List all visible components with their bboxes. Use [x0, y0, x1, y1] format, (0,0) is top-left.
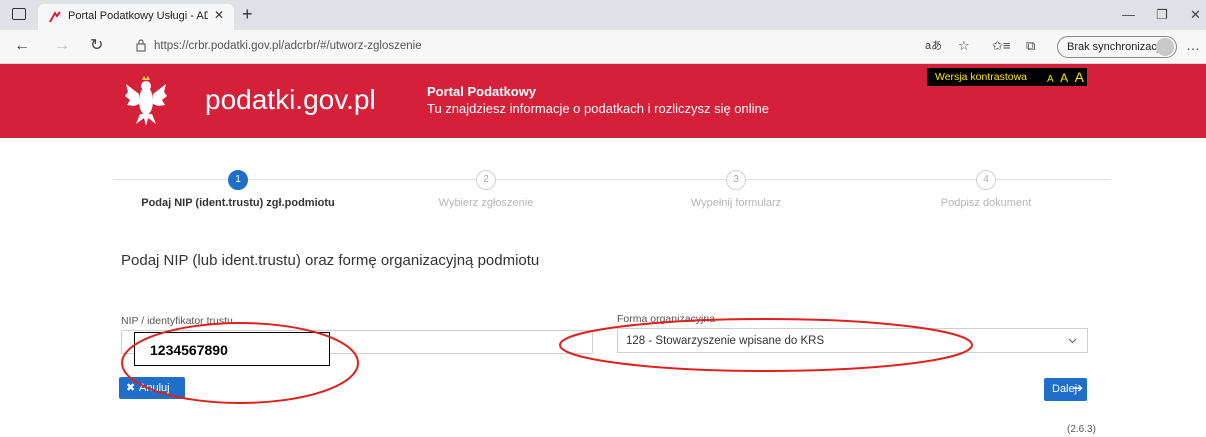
- more-options-icon[interactable]: …: [1186, 37, 1200, 53]
- close-icon: ✖: [126, 382, 136, 394]
- font-size-small-button[interactable]: A: [1047, 74, 1054, 85]
- step-number: 4: [976, 170, 996, 190]
- forward-icon[interactable]: →: [54, 38, 70, 54]
- cancel-label: Anuluj: [139, 382, 170, 394]
- minimize-icon[interactable]: —: [1122, 8, 1135, 22]
- step-number: 2: [476, 170, 496, 190]
- sync-button[interactable]: Brak synchronizacji: [1057, 36, 1177, 58]
- collections-icon[interactable]: ⧉: [1026, 39, 1035, 53]
- tab-actions-icon[interactable]: [12, 8, 26, 20]
- browser-address-bar: ← → ↻ https://crbr.podatki.gov.pl/adcrbr…: [0, 30, 1206, 64]
- font-size-controls: A A A: [1047, 69, 1086, 87]
- lock-icon: [136, 39, 146, 52]
- url-text: https://crbr.podatki.gov.pl/adcrbr/#/utw…: [154, 40, 422, 52]
- browser-tab[interactable]: Portal Podatkowy Usługi - ADCR ✕: [38, 4, 234, 30]
- step-label: Podpisz dokument: [940, 197, 1032, 209]
- nip-value-overlay: 1234567890: [134, 332, 330, 366]
- window-close-icon[interactable]: ✕: [1190, 8, 1201, 22]
- portal-subtitle: Tu znajdziesz informacje o podatkach i r…: [427, 101, 770, 116]
- org-form-select[interactable]: 128 - Stowarzyszenie wpisane do KRS: [617, 328, 1088, 353]
- sync-label: Brak synchronizacji: [1067, 41, 1162, 53]
- restore-icon[interactable]: ❐: [1156, 8, 1168, 22]
- font-size-large-button[interactable]: A: [1075, 69, 1084, 85]
- eagle-emblem-icon: [125, 76, 167, 126]
- site-logo-text[interactable]: podatki.gov.pl: [205, 84, 376, 116]
- favorite-star-icon[interactable]: ☆: [958, 39, 970, 53]
- step-number: 3: [726, 170, 746, 190]
- step-label: Wybierz zgłoszenie: [438, 197, 534, 209]
- avatar: [1156, 38, 1174, 56]
- version-text: (2.6.3): [1067, 424, 1096, 435]
- favorites-list-icon[interactable]: ✩≡: [992, 39, 1010, 53]
- read-aloud-icon[interactable]: aあ: [925, 39, 942, 53]
- browser-tab-bar: Portal Podatkowy Usługi - ADCR ✕ + — ❐ ✕: [0, 0, 1206, 30]
- portal-title: Portal Podatkowy: [427, 84, 537, 99]
- nip-label: NIP / identyfikator trustu: [121, 315, 233, 327]
- font-size-medium-button[interactable]: A: [1060, 71, 1068, 85]
- chevron-down-icon: [1068, 338, 1077, 344]
- org-form-label: Forma organizacyjna: [617, 313, 716, 325]
- new-tab-icon[interactable]: +: [242, 5, 253, 23]
- refresh-icon[interactable]: ↻: [90, 38, 103, 54]
- contrast-label[interactable]: Wersja kontrastowa: [935, 71, 1027, 83]
- cancel-button[interactable]: ✖ Anuluj: [119, 377, 185, 399]
- url-field[interactable]: https://crbr.podatki.gov.pl/adcrbr/#/utw…: [126, 36, 906, 58]
- step-label: Podaj NIP (ident.trustu) zgł.podmiotu: [141, 197, 335, 209]
- tab-title: Portal Podatkowy Usługi - ADCR: [68, 10, 208, 22]
- org-form-value: 128 - Stowarzyszenie wpisane do KRS: [626, 335, 825, 347]
- contrast-toggle[interactable]: Wersja kontrastowa A A A: [927, 68, 1087, 86]
- favicon-icon: [49, 11, 61, 23]
- next-button[interactable]: Dalej ➔: [1044, 378, 1087, 401]
- nip-value: 1234567890: [150, 342, 228, 358]
- step-number: 1: [228, 170, 248, 190]
- step-label: Wypełnij formularz: [690, 197, 782, 209]
- site-header: podatki.gov.pl Portal Podatkowy Tu znajd…: [0, 64, 1206, 138]
- arrow-right-icon: ➔: [1073, 381, 1084, 395]
- stepper-line: [113, 179, 1111, 180]
- close-icon[interactable]: ✕: [214, 8, 224, 22]
- form-heading: Podaj NIP (lub ident.trustu) oraz formę …: [121, 252, 540, 269]
- back-icon[interactable]: ←: [14, 38, 30, 54]
